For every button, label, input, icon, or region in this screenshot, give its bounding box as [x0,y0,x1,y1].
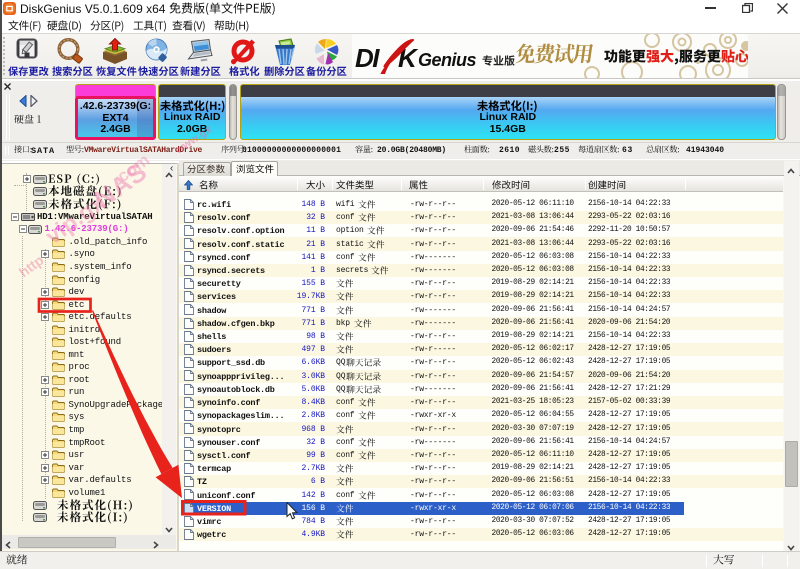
svg-text:Genius: Genius [418,50,477,70]
svg-text:DI: DI [355,43,380,73]
